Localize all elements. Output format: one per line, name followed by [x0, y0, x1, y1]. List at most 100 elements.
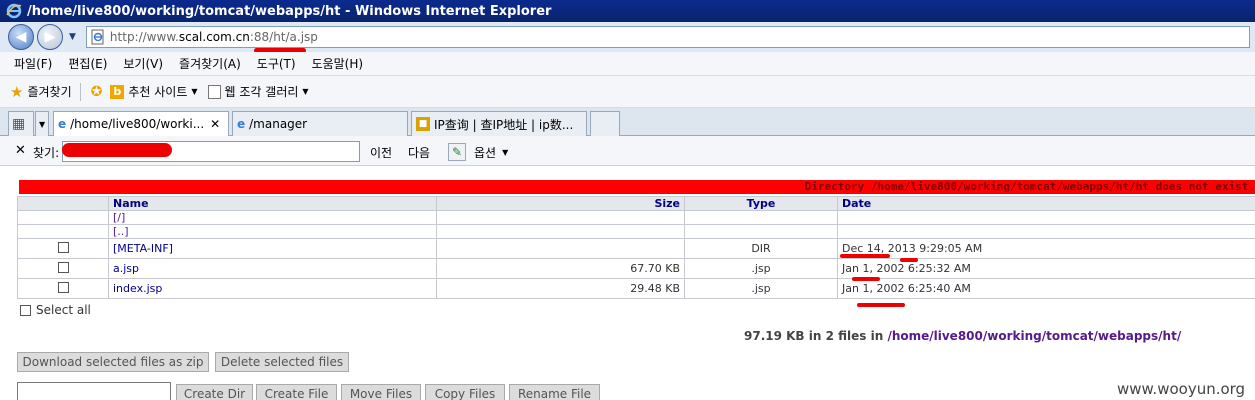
file-size-cell: 29.48 KB: [436, 278, 685, 299]
row-checkbox[interactable]: [57, 261, 69, 273]
close-find-icon[interactable]: ✕: [15, 143, 26, 158]
create-file-button[interactable]: Create File: [256, 384, 337, 400]
find-options-label: 옵션: [474, 145, 497, 160]
highlight-icon: ✎: [448, 143, 466, 161]
header-type[interactable]: Type: [684, 196, 838, 211]
file-name-cell[interactable]: index.jsp: [108, 278, 437, 299]
file-name-link[interactable]: a.jsp: [113, 262, 139, 275]
forward-arrow-icon: ▶: [44, 29, 56, 45]
suggested-sites-button[interactable]: b 추천 사이트 ▼: [110, 83, 198, 100]
menu-help[interactable]: 도움말(H): [312, 55, 364, 72]
table-row: index.jsp 29.48 KB .jsp Jan 1, 2002 6:25…: [17, 278, 1255, 299]
tab-list-button[interactable]: ▼: [35, 111, 49, 136]
chevron-down-icon: ▼: [191, 87, 198, 96]
menu-favorites[interactable]: 즐겨찾기(A): [179, 55, 241, 72]
download-zip-button[interactable]: Download selected files as zip: [17, 352, 209, 372]
back-arrow-icon: ◀: [15, 29, 27, 45]
select-all-control[interactable]: Select all: [20, 303, 91, 317]
header-size[interactable]: Size: [436, 196, 685, 211]
summary-path: /home/live800/working/tomcat/webapps/ht/: [887, 329, 1182, 343]
file-name-cell[interactable]: [META-INF]: [108, 238, 437, 259]
red-annotation-date3: [857, 303, 905, 307]
empty-cell: [837, 224, 1255, 239]
sort-by-date-link[interactable]: Date: [842, 198, 871, 210]
sort-by-size-link[interactable]: Size: [654, 198, 680, 210]
quick-tabs-icon: ▦: [12, 116, 26, 132]
delete-files-button[interactable]: Delete selected files: [215, 352, 349, 372]
error-banner: Directory /home/live800/working/tomcat/w…: [19, 180, 1255, 194]
table-row: [/]: [17, 210, 1255, 225]
empty-cell: [837, 210, 1255, 225]
row-checkbox[interactable]: [57, 281, 69, 293]
file-name-link[interactable]: [META-INF]: [113, 242, 173, 255]
favorites-label: 즐겨찾기: [27, 85, 72, 99]
menu-file[interactable]: 파일(F): [14, 55, 52, 72]
find-previous-button[interactable]: 이전: [370, 144, 392, 161]
url-host: scal.com.cn: [178, 30, 250, 44]
tab-ip-query[interactable]: ■ IP查询 | 查IP地址 | ip数...: [411, 111, 587, 136]
root-link-cell[interactable]: [/]: [108, 210, 437, 225]
row-checkbox[interactable]: [57, 241, 69, 253]
create-dir-button[interactable]: Create Dir: [176, 384, 253, 400]
row-select-cell: [17, 258, 109, 279]
address-url: http://www.scal.com.cn:88/ht/a.jsp: [110, 30, 318, 44]
empty-cell: [436, 224, 685, 239]
menu-tools[interactable]: 도구(T): [257, 55, 296, 72]
find-options-button[interactable]: ✎ 옵션 ▼: [448, 142, 508, 162]
directory-summary: 97.19 KB in 2 files in /home/live800/wor…: [744, 329, 1181, 343]
sort-by-type-link[interactable]: Type: [747, 198, 776, 210]
empty-cell: [17, 224, 109, 239]
file-type-cell: .jsp: [684, 258, 838, 279]
menu-bar: 파일(F) 편집(E) 보기(V) 즐겨찾기(A) 도구(T) 도움말(H): [0, 52, 1255, 76]
header-select: [17, 196, 109, 211]
file-name-cell[interactable]: a.jsp: [108, 258, 437, 279]
web-slice-gallery-button[interactable]: 웹 조각 갤러리 ▼: [207, 83, 309, 100]
tab-label: /home/live800/worki...: [70, 117, 205, 131]
file-type-cell: .jsp: [684, 278, 838, 299]
quick-tabs-button[interactable]: ▦: [8, 111, 34, 136]
window-title: /home/live800/working/tomcat/webapps/ht …: [27, 3, 552, 19]
find-next-button[interactable]: 다음: [408, 144, 430, 161]
select-all-label: Select all: [36, 303, 91, 317]
favorites-button[interactable]: ★ 즐겨찾기: [10, 83, 72, 101]
select-all-checkbox[interactable]: [20, 304, 31, 316]
parent-link-cell[interactable]: [..]: [108, 224, 437, 239]
copy-files-button[interactable]: Copy Files: [425, 384, 505, 400]
sort-by-name-link[interactable]: Name: [113, 198, 149, 210]
parent-dir-link[interactable]: [..]: [113, 226, 129, 238]
empty-cell: [17, 210, 109, 225]
tab-ht-directory[interactable]: e /home/live800/worki... ✕: [53, 111, 229, 136]
add-favorite-button[interactable]: ✪: [91, 84, 107, 100]
ie-page-icon: e: [58, 117, 67, 131]
menu-edit[interactable]: 편집(E): [68, 55, 107, 72]
empty-cell: [684, 210, 838, 225]
file-name-link[interactable]: index.jsp: [113, 282, 162, 295]
table-row: [META-INF] DIR Dec 14, 2013 9:29:05 AM: [17, 238, 1255, 259]
window-title-bar: /home/live800/working/tomcat/webapps/ht …: [0, 0, 1255, 22]
bing-icon: b: [110, 84, 125, 99]
recent-pages-dropdown[interactable]: ▼: [69, 32, 76, 42]
separator: [79, 82, 81, 101]
close-tab-icon[interactable]: ✕: [210, 117, 220, 131]
rename-file-button[interactable]: Rename File: [509, 384, 600, 400]
web-slice-gallery-label: 웹 조각 갤러리: [224, 85, 299, 99]
header-name[interactable]: Name: [108, 196, 437, 211]
root-dir-link[interactable]: [/]: [113, 212, 125, 224]
header-date[interactable]: Date: [837, 196, 1255, 211]
filename-input[interactable]: [17, 382, 171, 400]
favorites-bar: ★ 즐겨찾기 ✪ b 추천 사이트 ▼ 웹 조각 갤러리 ▼: [0, 76, 1255, 108]
tab-manager[interactable]: e /manager: [232, 111, 408, 136]
ip-site-icon: ■: [416, 117, 430, 131]
move-files-button[interactable]: Move Files: [341, 384, 421, 400]
empty-cell: [684, 224, 838, 239]
new-tab-button[interactable]: [590, 111, 620, 136]
chevron-down-icon: ▼: [39, 119, 46, 129]
back-button[interactable]: ◀: [8, 24, 34, 50]
address-input[interactable]: http://www.scal.com.cn:88/ht/a.jsp: [85, 26, 1250, 48]
menu-view[interactable]: 보기(V): [123, 55, 163, 72]
chevron-down-icon: ▼: [302, 87, 309, 96]
ie-page-icon: e: [237, 117, 246, 131]
row-select-cell: [17, 278, 109, 299]
row-select-cell: [17, 238, 109, 259]
forward-button[interactable]: ▶: [37, 24, 63, 50]
